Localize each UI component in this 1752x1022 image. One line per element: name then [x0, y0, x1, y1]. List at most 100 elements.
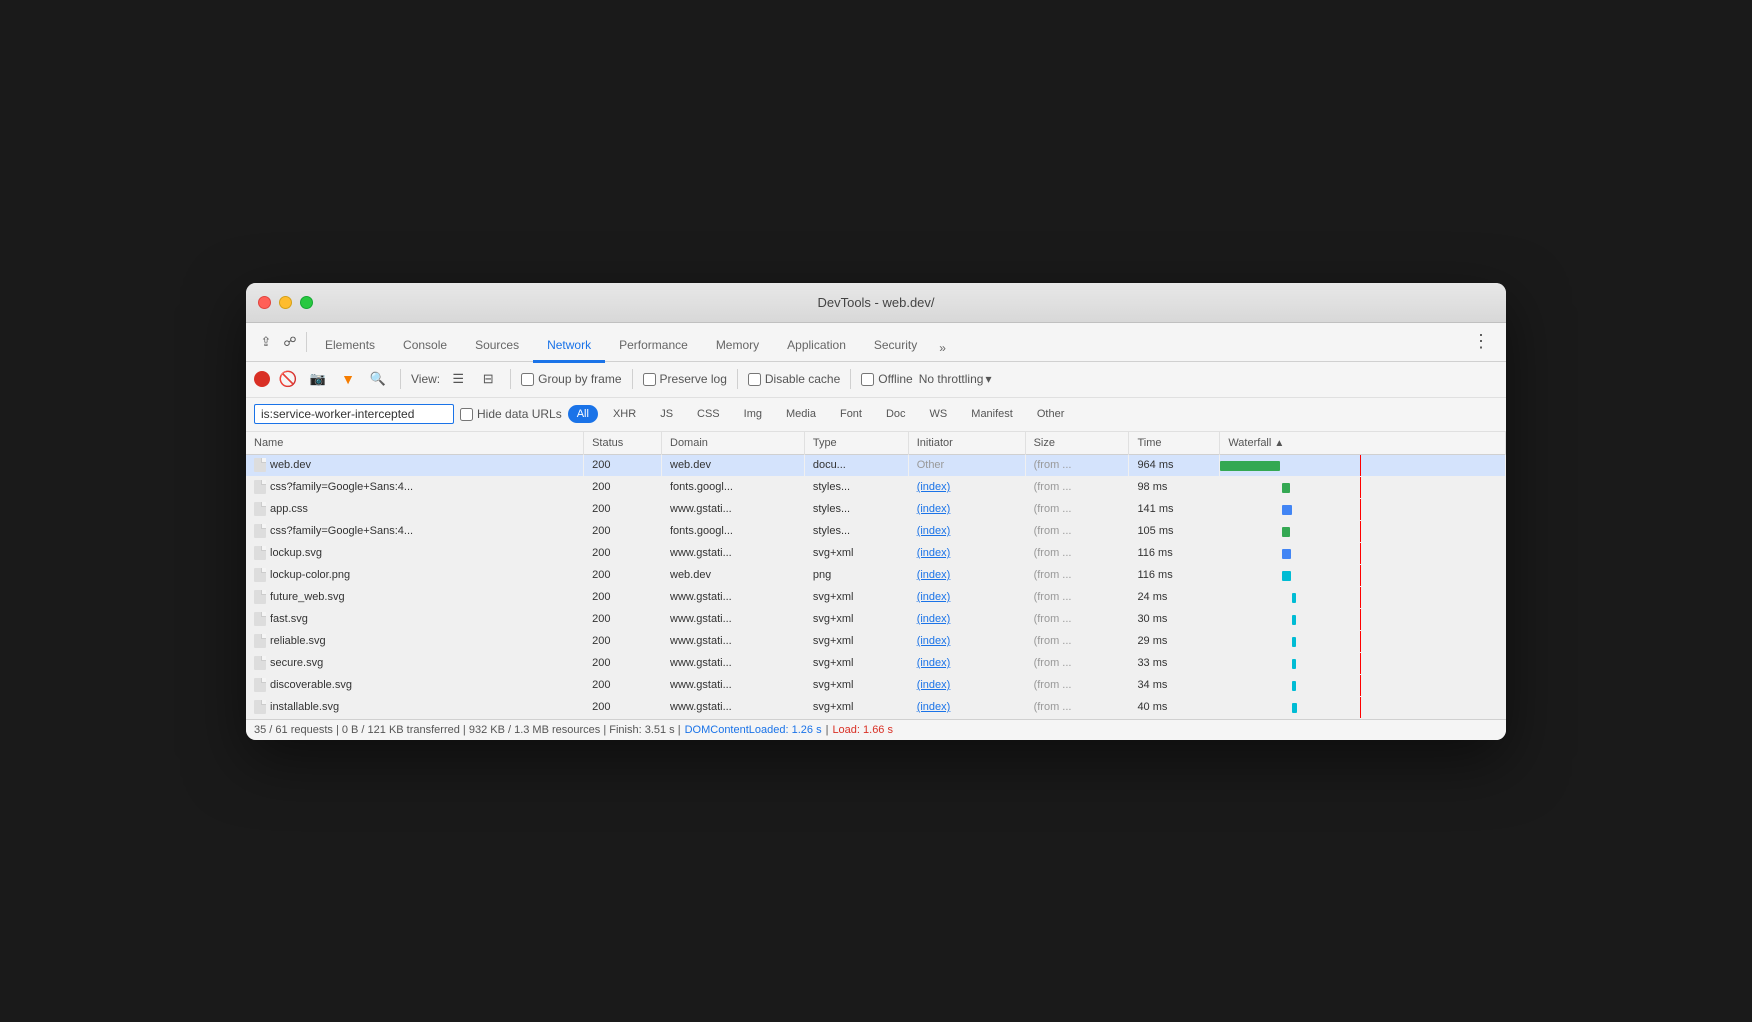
hide-data-urls-label[interactable]: Hide data URLs [460, 407, 562, 421]
cell-status: 200 [584, 564, 662, 586]
throttling-selector[interactable]: No throttling ▾ [919, 372, 992, 386]
table-row[interactable]: app.css200www.gstati...styles...(index)(… [246, 498, 1506, 520]
devtools-menu-button[interactable]: ⋮ [1464, 331, 1498, 352]
cell-status: 200 [584, 476, 662, 498]
cell-initiator: Other [908, 454, 1025, 476]
tab-sources[interactable]: Sources [461, 332, 533, 363]
cell-time: 141 ms [1129, 498, 1220, 520]
cell-name: discoverable.svg [246, 674, 584, 696]
col-initiator[interactable]: Initiator [908, 432, 1025, 455]
cell-name: fast.svg [246, 608, 584, 630]
search-icon[interactable]: 🔍 [366, 367, 390, 391]
col-type[interactable]: Type [804, 432, 908, 455]
offline-label[interactable]: Offline [861, 372, 912, 386]
disable-cache-label[interactable]: Disable cache [748, 372, 840, 386]
col-time[interactable]: Time [1129, 432, 1220, 455]
cell-initiator: (index) [908, 476, 1025, 498]
cell-waterfall [1220, 498, 1506, 520]
col-status[interactable]: Status [584, 432, 662, 455]
table-row[interactable]: future_web.svg200www.gstati...svg+xml(in… [246, 586, 1506, 608]
filter-img[interactable]: Img [735, 405, 771, 423]
cell-type: styles... [804, 520, 908, 542]
sort-arrow: ▲ [1274, 438, 1284, 449]
filter-other[interactable]: Other [1028, 405, 1074, 423]
table-row[interactable]: fast.svg200www.gstati...svg+xml(index)(f… [246, 608, 1506, 630]
view-label: View: [411, 372, 440, 386]
tab-security[interactable]: Security [860, 332, 931, 363]
table-row[interactable]: reliable.svg200www.gstati...svg+xml(inde… [246, 630, 1506, 652]
group-by-frame-checkbox[interactable] [521, 373, 534, 386]
cell-size: (from ... [1025, 564, 1129, 586]
cell-type: styles... [804, 498, 908, 520]
list-view-icon[interactable]: ☰ [446, 367, 470, 391]
table-row[interactable]: secure.svg200www.gstati...svg+xml(index)… [246, 652, 1506, 674]
cell-name: css?family=Google+Sans:4... [246, 476, 584, 498]
table-row[interactable]: lockup.svg200www.gstati...svg+xml(index)… [246, 542, 1506, 564]
cell-time: 98 ms [1129, 476, 1220, 498]
tab-application[interactable]: Application [773, 332, 860, 363]
cell-time: 29 ms [1129, 630, 1220, 652]
col-waterfall[interactable]: Waterfall ▲ [1220, 432, 1506, 455]
preserve-log-checkbox[interactable] [643, 373, 656, 386]
detail-view-icon[interactable]: ⊟ [476, 367, 500, 391]
filter-media[interactable]: Media [777, 405, 825, 423]
cursor-icon[interactable]: ⇪ [254, 330, 278, 354]
filter-font[interactable]: Font [831, 405, 871, 423]
cell-type: svg+xml [804, 608, 908, 630]
filter-icon[interactable]: ▼ [336, 367, 360, 391]
tab-more-button[interactable]: » [931, 335, 954, 363]
waterfall-redline [1360, 653, 1361, 674]
tab-console[interactable]: Console [389, 332, 461, 363]
cell-time: 33 ms [1129, 652, 1220, 674]
filter-css[interactable]: CSS [688, 405, 729, 423]
tb-sep6 [850, 369, 851, 389]
disable-cache-checkbox[interactable] [748, 373, 761, 386]
filter-js[interactable]: JS [651, 405, 682, 423]
filter-manifest[interactable]: Manifest [962, 405, 1022, 423]
cell-status: 200 [584, 696, 662, 718]
filter-doc[interactable]: Doc [877, 405, 915, 423]
preserve-log-label[interactable]: Preserve log [643, 372, 727, 386]
table-row[interactable]: discoverable.svg200www.gstati...svg+xml(… [246, 674, 1506, 696]
waterfall-redline [1360, 631, 1361, 652]
cell-name: reliable.svg [246, 630, 584, 652]
cell-waterfall [1220, 630, 1506, 652]
cell-status: 200 [584, 498, 662, 520]
filter-xhr[interactable]: XHR [604, 405, 645, 423]
col-size[interactable]: Size [1025, 432, 1129, 455]
camera-icon[interactable]: 📷 [306, 367, 330, 391]
tab-network[interactable]: Network [533, 332, 605, 363]
tab-elements[interactable]: Elements [311, 332, 389, 363]
cell-size: (from ... [1025, 520, 1129, 542]
close-button[interactable] [258, 296, 271, 309]
hide-data-urls-checkbox[interactable] [460, 408, 473, 421]
table-row[interactable]: css?family=Google+Sans:4...200fonts.goog… [246, 520, 1506, 542]
col-domain[interactable]: Domain [662, 432, 805, 455]
filter-ws[interactable]: WS [921, 405, 957, 423]
waterfall-redline [1360, 477, 1361, 498]
col-name[interactable]: Name [246, 432, 584, 455]
cell-initiator: (index) [908, 520, 1025, 542]
table-row[interactable]: web.dev200web.devdocu...Other(from ...96… [246, 454, 1506, 476]
cell-type: docu... [804, 454, 908, 476]
maximize-button[interactable] [300, 296, 313, 309]
minimize-button[interactable] [279, 296, 292, 309]
filter-input[interactable] [254, 404, 454, 424]
table-row[interactable]: css?family=Google+Sans:4...200fonts.goog… [246, 476, 1506, 498]
cell-domain: www.gstati... [662, 696, 805, 718]
status-requests: 35 / 61 requests | 0 B / 121 KB transfer… [254, 724, 681, 736]
tab-memory[interactable]: Memory [702, 332, 773, 363]
filter-all[interactable]: All [568, 405, 598, 423]
offline-checkbox[interactable] [861, 373, 874, 386]
cell-domain: www.gstati... [662, 674, 805, 696]
cell-domain: www.gstati... [662, 542, 805, 564]
table-row[interactable]: installable.svg200www.gstati...svg+xml(i… [246, 696, 1506, 718]
device-icon[interactable]: ☍ [278, 330, 302, 354]
table-row[interactable]: lockup-color.png200web.devpng(index)(fro… [246, 564, 1506, 586]
record-button[interactable] [254, 371, 270, 387]
waterfall-bar [1292, 659, 1296, 669]
tab-performance[interactable]: Performance [605, 332, 702, 363]
stop-icon[interactable]: 🚫 [276, 367, 300, 391]
group-by-frame-label[interactable]: Group by frame [521, 372, 621, 386]
cell-time: 40 ms [1129, 696, 1220, 718]
